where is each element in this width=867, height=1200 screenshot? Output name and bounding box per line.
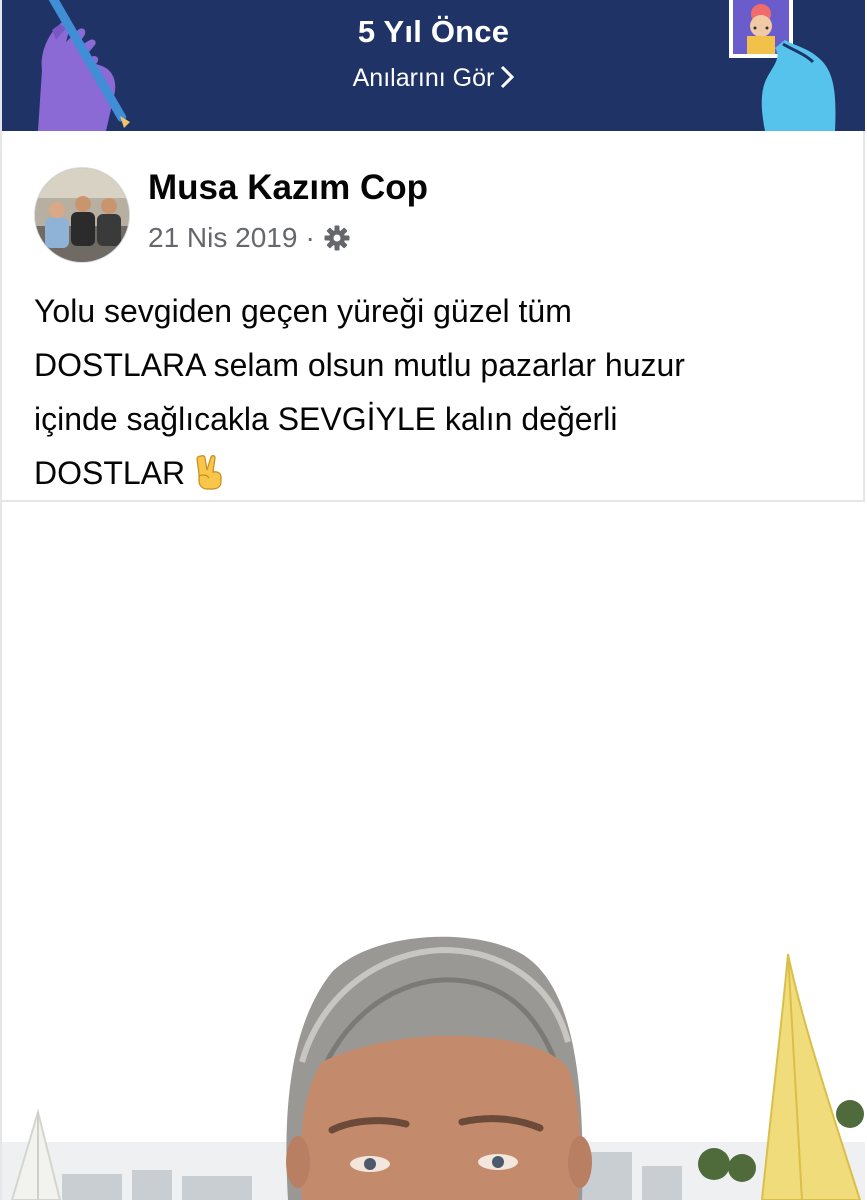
victory-hand-icon <box>196 455 222 490</box>
see-memories-label: Anılarını Gör <box>352 64 495 92</box>
post-text-line: içinde sağlıcakla SEVGİYLE kalın değerli <box>34 401 618 437</box>
selfie-photo <box>2 502 865 1200</box>
post-date[interactable]: 21 Nis 2019 <box>148 222 297 254</box>
post-text-line: DOSTLAR <box>34 455 186 491</box>
author-avatar[interactable] <box>34 167 130 263</box>
post-text-line: DOSTLARA selam olsun mutlu pazarlar huzu… <box>34 347 685 383</box>
post-meta: 21 Nis 2019 · <box>148 222 351 254</box>
gear-icon <box>324 225 350 251</box>
chevron-right-icon <box>501 65 515 89</box>
post-text-line: Yolu sevgiden geçen yüreği güzel tüm <box>34 293 572 329</box>
author-name[interactable]: Musa Kazım Cop <box>148 168 428 208</box>
post-text: Yolu sevgiden geçen yüreği güzel tüm DOS… <box>34 284 834 500</box>
memories-banner[interactable]: 5 Yıl Önce Anılarını Gör <box>2 0 865 131</box>
avatar-photo <box>35 168 129 262</box>
hand-holding-photo-illustration <box>729 0 836 131</box>
post-text-line-last: DOSTLAR <box>34 446 834 500</box>
post-photo[interactable] <box>2 502 865 1200</box>
meta-separator: · <box>305 222 315 253</box>
